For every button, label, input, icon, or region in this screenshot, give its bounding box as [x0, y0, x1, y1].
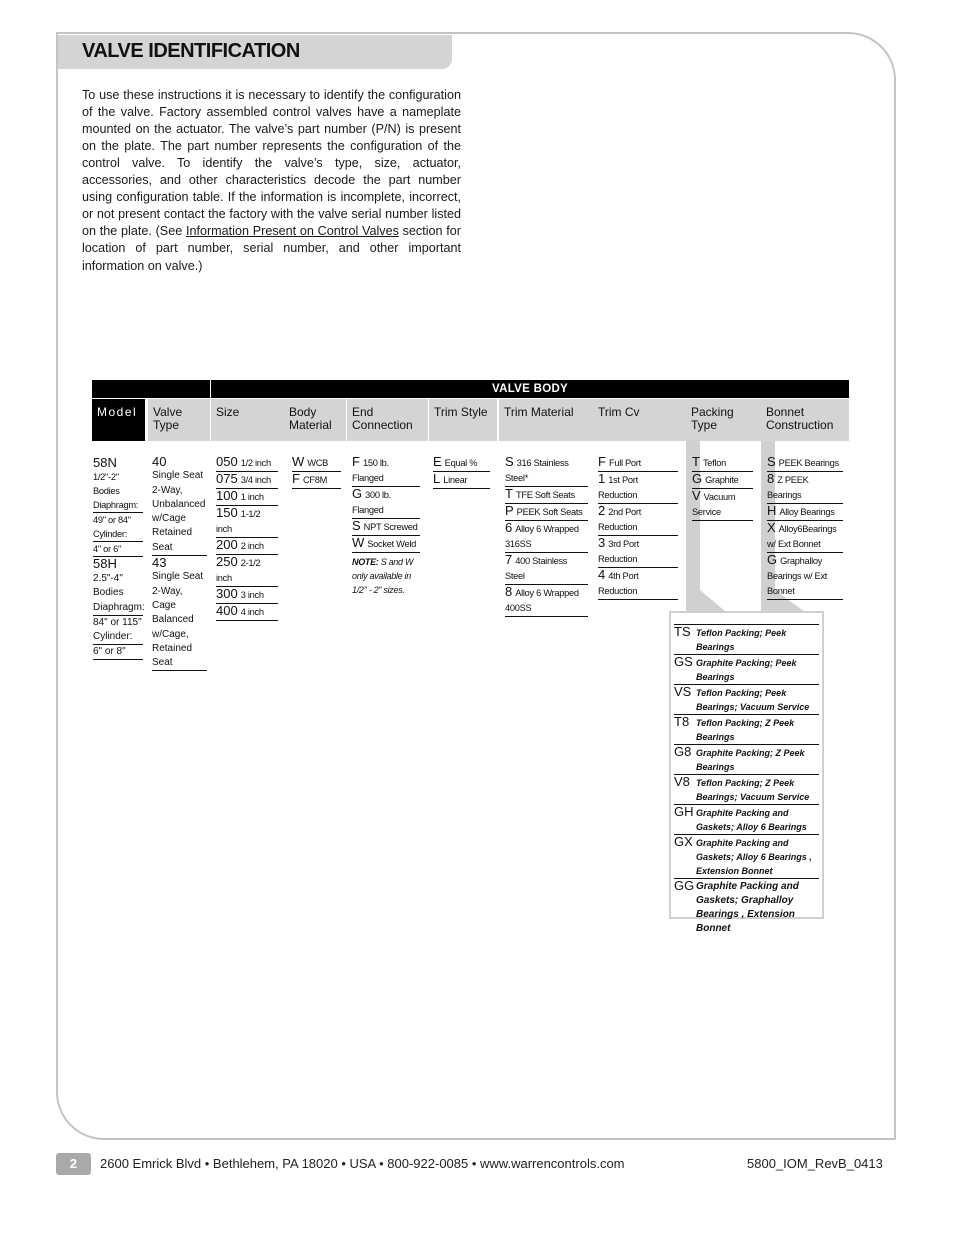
info-present-link[interactable]: Information Present on Control Valves	[186, 224, 399, 238]
footer-address: 2600 Emrick Blvd • Bethlehem, PA 18020 •…	[100, 1156, 625, 1171]
header-trim-style: Trim Style	[429, 399, 497, 441]
packing-type-column: T Teflon G Graphite V Vacuum Service	[692, 455, 753, 521]
combination-row: G8 Graphite Packing; Z Peek Bearings	[674, 745, 819, 775]
valve-body-group-header: VALVE BODY	[211, 380, 849, 398]
combination-row: VS Teflon Packing; Peek Bearings; Vacuum …	[674, 685, 819, 715]
combination-row: GS Graphite Packing; Peek Bearings	[674, 655, 819, 685]
model-58h-line: 2.5"-4"	[93, 573, 123, 584]
body-material-entry: F CF8M	[292, 472, 341, 489]
packing-type-entry: G Graphite	[692, 472, 753, 489]
end-connection-entry: F 150 lb. Flanged	[352, 455, 420, 487]
intro-text: To use these instructions it is necessar…	[82, 87, 461, 239]
model-code-58h: 58H	[93, 556, 117, 571]
combination-row: GG Graphite Packing and Gaskets; Graphall…	[674, 878, 799, 935]
model-58n-line: 4" or 6"	[93, 542, 143, 557]
header-valve-type: Valve Type	[148, 399, 210, 441]
size-entry: 050 1/2 inch	[216, 455, 278, 472]
size-entry: 250 2-1/2 inch	[216, 555, 278, 587]
valve-type-entry: 43 Single Seat 2-Way, Cage Balanced w/Ca…	[152, 555, 207, 672]
model-58h-line: 6" or 8"	[93, 645, 143, 660]
bonnet-entry: G Graphalloy Bearings w/ Ext Bonnet	[767, 553, 843, 600]
trim-cv-entry: F Full Port	[598, 455, 678, 472]
model-58n-line: 1/2"-2" Bodies	[93, 472, 120, 496]
combination-row: GH Graphite Packing and Gaskets; Alloy 6 …	[674, 805, 819, 835]
header-body-material: Body Material	[284, 399, 346, 441]
combination-row: TS Teflon Packing; Peek Bearings	[674, 624, 819, 655]
model-58n-line: Cylinder:	[93, 527, 143, 542]
trim-material-entry: 7 400 Stainless Steel	[505, 553, 588, 585]
end-connection-column: F 150 lb. Flanged G 300 lb. Flanged S NPT S…	[352, 455, 420, 597]
trim-material-entry: 6 Alloy 6 Wrapped 316SS	[505, 521, 588, 553]
bonnet-entry: 8Z PEEK Bearings	[767, 472, 843, 504]
bonnet-entry: S PEEK Bearings	[767, 455, 843, 472]
end-connection-entry: W Socket Weld	[352, 536, 420, 553]
size-entry: 075 3/4 inch	[216, 472, 278, 489]
trim-material-entry: T TFE Soft Seats	[505, 487, 588, 504]
trim-material-entry: 8 Alloy 6 Wrapped 400SS	[505, 585, 588, 617]
header-packing-type: Packing Type	[686, 399, 761, 441]
trim-material-entry: P PEEK Soft Seats	[505, 504, 588, 521]
trim-style-entry: L Linear	[433, 472, 490, 489]
packing-type-entry: T Teflon	[692, 455, 753, 472]
combination-row: GX Graphite Packing and Gaskets; Alloy 6 …	[674, 835, 819, 879]
model-column: 58N 1/2"-2" Bodies Diaphragm: 49" or 84"…	[93, 455, 145, 660]
trim-cv-entry: 1 1st Port Reduction	[598, 472, 678, 504]
body-material-column: W WCB F CF8M	[292, 455, 341, 489]
trim-material-entry: S 316 Stainless Steel*	[505, 455, 588, 487]
model-58n-line: 49" or 84"	[93, 515, 131, 525]
model-58h-line: 84" or 115"	[93, 616, 142, 628]
size-column: 050 1/2 inch 075 3/4 inch 100 1 inch 150 1-1…	[216, 455, 278, 621]
trim-style-entry: E Equal %	[433, 455, 490, 472]
valve-type-column: 40 Single Seat 2-Way, Unbalanced w/Cage …	[152, 454, 207, 672]
combination-row: V8 Teflon Packing; Z Peek Bearings; Vacuu…	[674, 775, 819, 805]
header-bonnet-construction: Bonnet Construction	[761, 399, 849, 441]
model-58h-line: Bodies	[93, 587, 124, 599]
header-model: Model	[92, 399, 145, 441]
bonnet-construction-column: S PEEK Bearings 8Z PEEK Bearings H Alloy B…	[767, 455, 843, 600]
table-top-left-bar	[92, 380, 210, 398]
trim-cv-entry: 2 2nd Port Reduction	[598, 504, 678, 536]
section-title-bar: VALVE IDENTIFICATION	[58, 35, 452, 69]
trim-cv-entry: 3 3rd Port Reduction	[598, 536, 678, 568]
size-entry: 200 2 inch	[216, 538, 278, 555]
model-58n-line: Diaphragm:	[93, 498, 143, 513]
model-58h-line: Diaphragm:	[93, 601, 145, 616]
size-entry: 150 1-1/2 inch	[216, 506, 278, 538]
trim-cv-column: F Full Port 1 1st Port Reduction 2 2nd Port…	[598, 455, 678, 600]
page-number: 2	[56, 1153, 91, 1175]
size-entry: 300 3 inch	[216, 587, 278, 604]
trim-style-column: E Equal % L Linear	[433, 455, 490, 489]
model-58h-line: Cylinder:	[93, 630, 143, 645]
model-code-58n: 58N	[93, 455, 117, 470]
combination-row: T8 Teflon Packing; Z Peek Bearings	[674, 715, 819, 745]
body-material-entry: W WCB	[292, 455, 341, 472]
end-connection-entry: S NPT Screwed	[352, 519, 420, 536]
header-end-connection: End Connection	[347, 399, 428, 441]
bonnet-entry: H Alloy Bearings	[767, 504, 843, 521]
trim-material-column: S 316 Stainless Steel* T TFE Soft Seats PP…	[505, 455, 588, 617]
size-entry: 400 4 inch	[216, 604, 278, 621]
end-connection-entry: G 300 lb. Flanged	[352, 487, 420, 519]
header-trim-cv: Trim Cv	[593, 399, 686, 441]
intro-paragraph: To use these instructions it is necessar…	[82, 87, 461, 275]
packing-type-entry: V Vacuum Service	[692, 489, 753, 521]
bonnet-entry: X Alloy6Bearings w/ Ext Bonnet	[767, 521, 843, 553]
footer-doc-id: 5800_IOM_RevB_0413	[747, 1156, 883, 1171]
trim-cv-entry: 4 4th Port Reduction	[598, 568, 678, 600]
header-size: Size	[211, 399, 284, 441]
size-entry: 100 1 inch	[216, 489, 278, 506]
valve-type-entry: 40 Single Seat 2-Way, Unbalanced w/Cage …	[152, 454, 207, 557]
packing-bonnet-combinations-box: TS Teflon Packing; Peek Bearings GS Graphi…	[669, 611, 824, 934]
section-title: VALVE IDENTIFICATION	[82, 40, 300, 62]
end-connection-note: NOTE: S and W only available in 1/2" - 2…	[352, 557, 414, 595]
header-trim-material: Trim Material	[499, 399, 593, 441]
